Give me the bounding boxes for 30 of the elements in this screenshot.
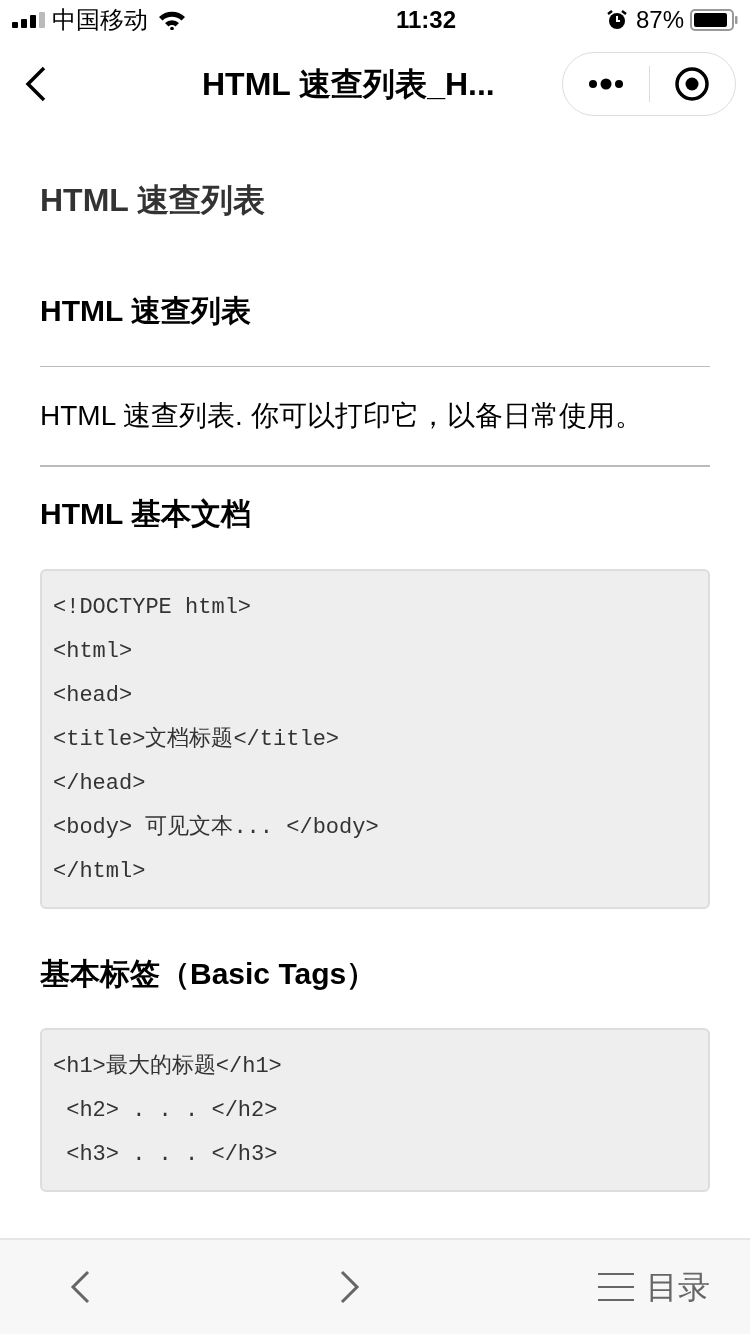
code-line: <html> [53,637,134,666]
contents-button[interactable]: 目录 [598,1263,710,1311]
chevron-right-icon [340,1270,360,1304]
target-icon [674,66,711,102]
paragraph: HTML 速查列表. 你可以打印它，以备日常使用。 [40,399,644,434]
menu-icon [598,1272,634,1302]
code-line: </html> [53,857,147,886]
carrier-name: 中国移动 [52,5,148,35]
code-line: <h3> . . . </h3> [65,1141,279,1169]
battery-percent: 87% [635,5,684,35]
code-line: <body> 可见文本... </body> [53,813,380,842]
code-line: <head> [53,681,134,710]
battery-icon [690,9,738,31]
code-line: <h1>最大的标题</h1> [53,1053,283,1081]
section-heading: HTML 速查列表 [40,293,253,329]
code-line: <h2> . . . </h2> [65,1097,279,1125]
code-line: </head> [53,769,147,798]
section-heading: 基本标签（Basic Tags） [40,955,378,992]
chevron-left-icon [70,1270,90,1304]
signal-icon [12,12,46,28]
more-icon [587,78,624,90]
wifi-icon [158,10,186,30]
clock-time: 11:32 [395,5,456,35]
alarm-icon [605,9,628,31]
nav-title: HTML 速查列表_H... [202,65,495,104]
section-heading: HTML 基本文档 [40,496,253,532]
back-icon [25,66,47,102]
page-title: HTML 速查列表 [40,181,267,220]
code-line: <title>文档标题</title> [53,725,341,754]
code-line: <!DOCTYPE html> [53,593,253,622]
